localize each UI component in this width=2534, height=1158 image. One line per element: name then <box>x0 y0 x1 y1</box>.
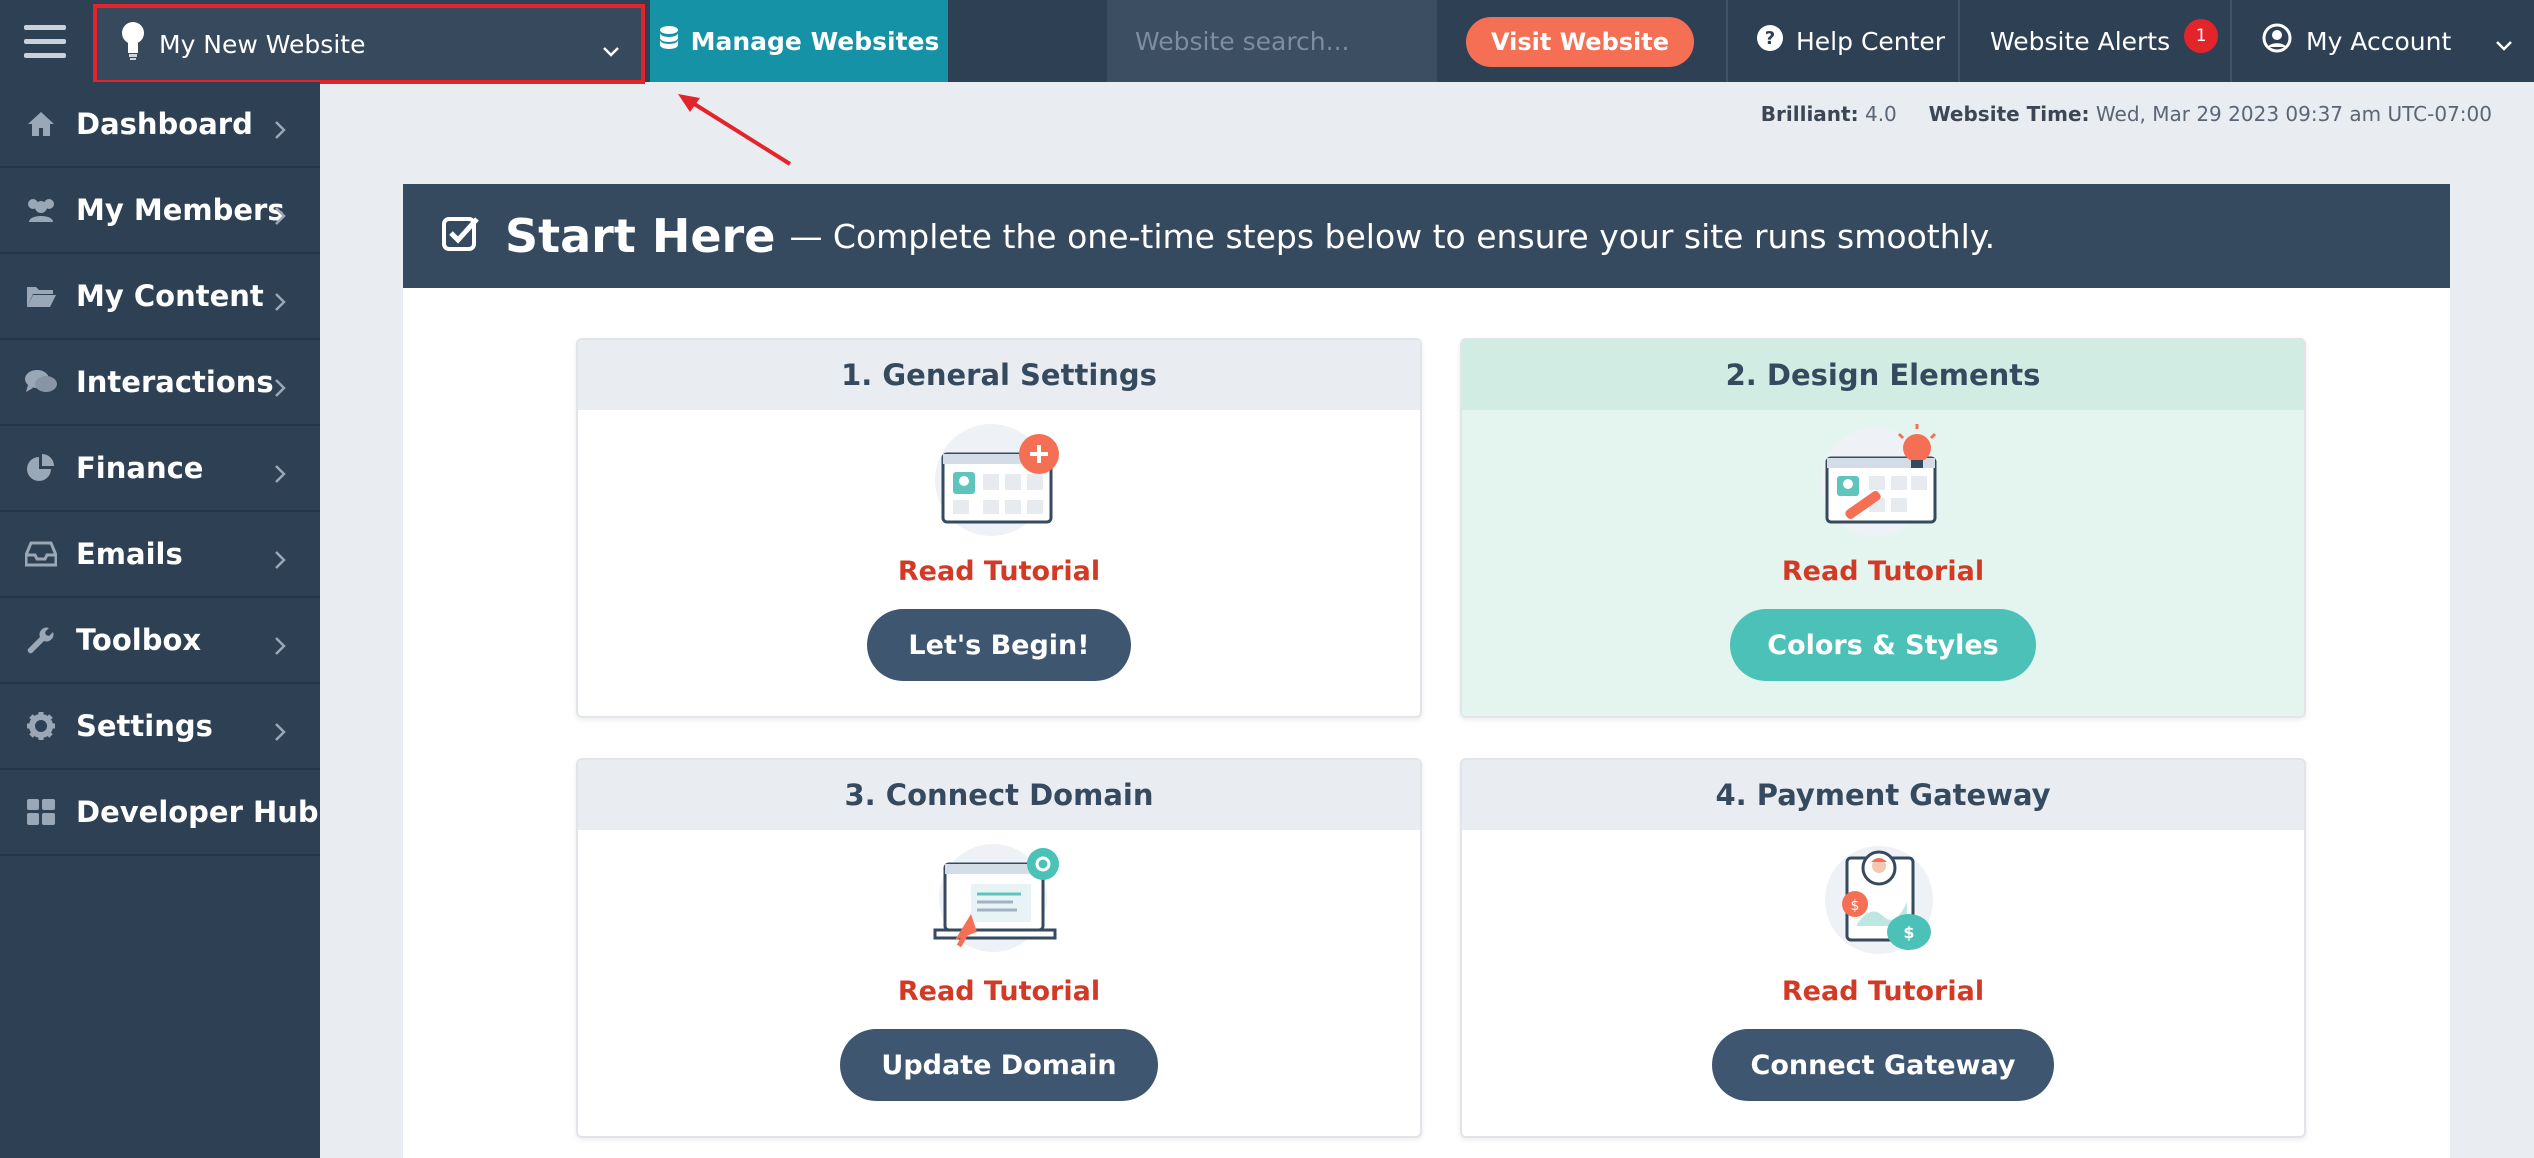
chevron-down-icon <box>2494 30 2514 59</box>
chevron-right-icon <box>274 457 286 491</box>
card-title: 2. Design Elements <box>1462 340 2304 410</box>
start-here-header: Start Here — Complete the one-time steps… <box>403 184 2450 288</box>
sidebar-item-my-content[interactable]: My Content <box>0 254 320 340</box>
chevron-right-icon <box>274 285 286 319</box>
chevron-right-icon <box>274 715 286 749</box>
card-title: 4. Payment Gateway <box>1462 760 2304 830</box>
website-alerts-link[interactable]: Website Alerts 1 <box>1958 0 2230 82</box>
my-account-menu[interactable]: My Account <box>2230 0 2534 82</box>
status-line: Brilliant: 4.0 Website Time: Wed, Mar 29… <box>1761 102 2492 126</box>
card-title: 1. General Settings <box>578 340 1420 410</box>
comments-icon <box>24 365 58 399</box>
question-circle-icon: ? <box>1756 24 1784 58</box>
card-payment-gateway: 4. Payment Gateway $ $ Read Tutorial Con… <box>1460 758 2306 1138</box>
sidebar-item-label: Interactions <box>76 365 274 399</box>
card-connect-domain: 3. Connect Domain Read Tutorial Update D… <box>576 758 1422 1138</box>
website-time-label: Website Time: <box>1928 102 2090 126</box>
card-title: 3. Connect Domain <box>578 760 1420 830</box>
manage-websites-button[interactable]: Manage Websites <box>650 0 948 82</box>
help-center-label: Help Center <box>1796 26 1946 56</box>
wrench-icon <box>24 623 58 657</box>
sidebar-item-label: Dashboard <box>76 107 253 141</box>
connect-gateway-button[interactable]: Connect Gateway <box>1712 1029 2054 1101</box>
colors-and-styles-button[interactable]: Colors & Styles <box>1730 609 2036 681</box>
visit-website-button[interactable]: Visit Website <box>1466 17 1694 67</box>
update-domain-button[interactable]: Update Domain <box>840 1029 1158 1101</box>
chevron-right-icon <box>274 543 286 577</box>
users-icon <box>24 193 58 227</box>
gear-icon <box>24 709 58 743</box>
alerts-count-badge: 1 <box>2184 19 2219 53</box>
sidebar-item-label: Developer Hub <box>76 795 319 829</box>
domain-illustration-icon <box>578 840 1420 970</box>
manage-websites-label: Manage Websites <box>690 26 940 56</box>
help-center-link[interactable]: ? Help Center <box>1726 0 1958 82</box>
version-label: Brilliant: <box>1760 102 1859 126</box>
page-title: Start Here <box>505 209 776 263</box>
sidebar-item-toolbox[interactable]: Toolbox <box>0 598 320 684</box>
card-design-elements: 2. Design Elements Read Tutorial Colors … <box>1460 338 2306 718</box>
checkbox-checked-icon <box>441 214 481 258</box>
sidebar-item-label: My Members <box>76 193 285 227</box>
database-icon <box>659 25 679 57</box>
chevron-right-icon <box>274 629 286 663</box>
svg-text:$: $ <box>1851 898 1860 914</box>
chevron-right-icon <box>274 371 286 405</box>
user-circle-icon <box>2262 23 2292 59</box>
sidebar-item-settings[interactable]: Settings <box>0 684 320 770</box>
lets-begin-button[interactable]: Let's Begin! <box>867 609 1131 681</box>
website-search-input[interactable] <box>1107 0 1437 82</box>
read-tutorial-link[interactable]: Read Tutorial <box>1462 556 2304 587</box>
sidebar-item-label: Settings <box>76 709 213 743</box>
chevron-right-icon <box>274 113 286 147</box>
chevron-down-icon <box>601 36 621 65</box>
sidebar-item-interactions[interactable]: Interactions <box>0 340 320 426</box>
folder-open-icon <box>24 279 58 313</box>
sidebar-item-label: Toolbox <box>76 623 202 657</box>
page-subtitle: — Complete the one-time steps below to e… <box>789 216 1996 256</box>
sidebar: Dashboard My Members My Content Interact… <box>0 82 320 1158</box>
version-value: 4.0 <box>1864 102 1897 126</box>
grid-icon <box>24 795 58 829</box>
website-selector-label: My New Website <box>159 29 366 59</box>
design-illustration-icon <box>1462 420 2304 550</box>
payment-illustration-icon: $ $ <box>1462 840 2304 970</box>
sidebar-item-finance[interactable]: Finance <box>0 426 320 512</box>
sidebar-item-my-members[interactable]: My Members <box>0 168 320 254</box>
annotation-arrow <box>678 94 792 166</box>
sidebar-item-developer-hub[interactable]: Developer Hub <box>0 770 320 856</box>
svg-text:$: $ <box>1903 923 1914 942</box>
website-alerts-label: Website Alerts <box>1990 26 2171 56</box>
svg-text:?: ? <box>1765 28 1775 49</box>
read-tutorial-link[interactable]: Read Tutorial <box>578 556 1420 587</box>
website-time-value: Wed, Mar 29 2023 09:37 am UTC-07:00 <box>2095 102 2492 126</box>
read-tutorial-link[interactable]: Read Tutorial <box>1462 976 2304 1007</box>
start-here-panel: 1. General Settings Read Tutorial Let's … <box>403 288 2450 1158</box>
chevron-right-icon <box>274 199 286 233</box>
card-general-settings: 1. General Settings Read Tutorial Let's … <box>576 338 1422 718</box>
settings-illustration-icon <box>578 420 1420 550</box>
sidebar-item-label: Finance <box>76 451 204 485</box>
website-selector[interactable]: My New Website <box>93 4 645 84</box>
home-icon <box>24 107 58 141</box>
sidebar-item-label: My Content <box>76 279 264 313</box>
pie-chart-icon <box>24 451 58 485</box>
read-tutorial-link[interactable]: Read Tutorial <box>578 976 1420 1007</box>
my-account-label: My Account <box>2306 26 2452 56</box>
inbox-icon <box>24 537 58 571</box>
lightbulb-icon <box>121 21 145 67</box>
sidebar-item-label: Emails <box>76 537 183 571</box>
sidebar-item-emails[interactable]: Emails <box>0 512 320 598</box>
hamburger-menu-icon[interactable] <box>0 0 90 82</box>
sidebar-item-dashboard[interactable]: Dashboard <box>0 82 320 168</box>
